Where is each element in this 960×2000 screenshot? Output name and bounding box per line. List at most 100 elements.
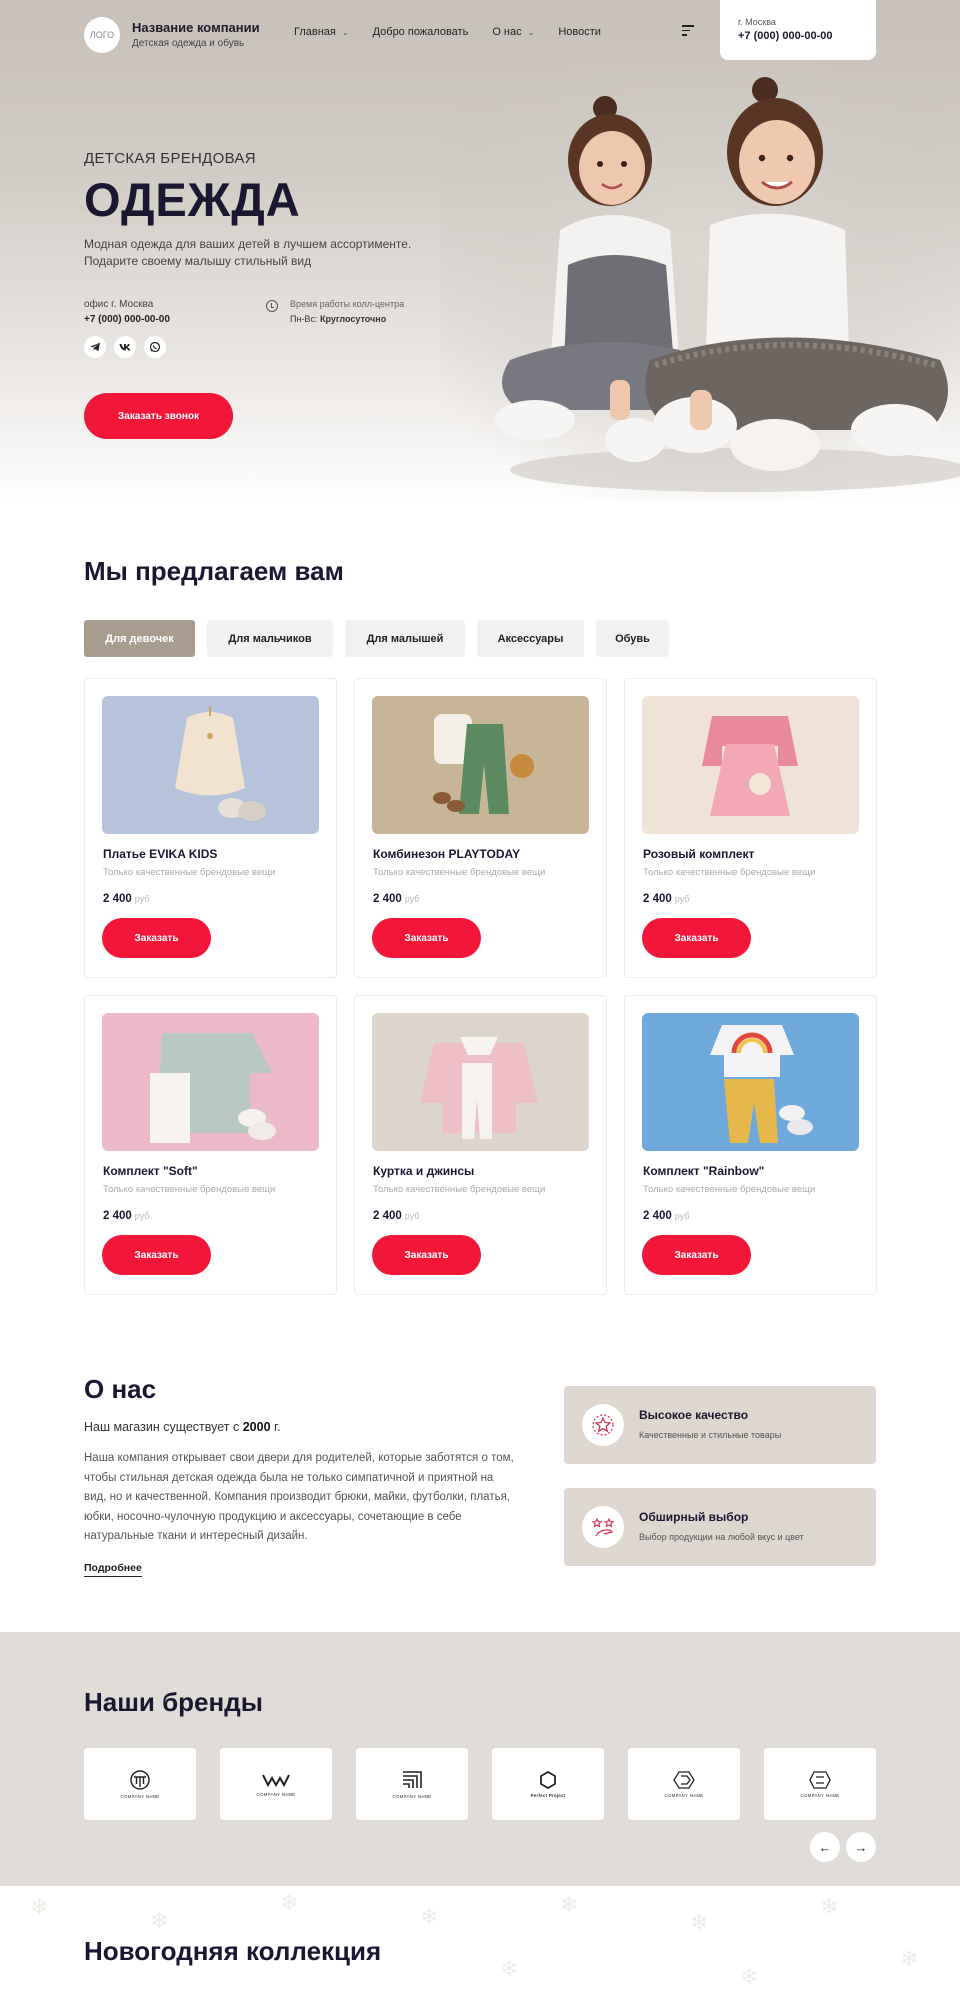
whatsapp-icon[interactable] <box>144 336 166 358</box>
header-phone[interactable]: +7 (000) 000-00-00 <box>738 30 876 42</box>
price-value: 2 400 <box>643 1210 672 1222</box>
about-text: Наша компания открывает свои двери для р… <box>84 1452 514 1542</box>
order-call-button[interactable]: Заказать звонок <box>84 393 233 439</box>
clock-icon <box>266 300 278 312</box>
tab-babies[interactable]: Для малышей <box>345 620 465 657</box>
more-link[interactable]: Подробнее <box>84 1562 142 1577</box>
nav-item-label: Новости <box>558 26 601 38</box>
telegram-icon[interactable] <box>84 336 106 358</box>
product-card: Комбинезон PLAYTODAY Только качественные… <box>354 678 607 978</box>
price-currency: руб <box>674 1211 690 1221</box>
product-image[interactable] <box>372 1013 589 1151</box>
snowflake-icon: ❄ <box>740 1964 759 1989</box>
brand-logo[interactable]: COMPANY NAME <box>220 1748 332 1820</box>
brand-mark-icon <box>809 1771 831 1789</box>
price-value: 2 400 <box>103 893 132 905</box>
chevron-down-icon: ⌄ <box>341 27 349 37</box>
hero-photo <box>440 60 960 500</box>
order-button[interactable]: Заказать <box>642 1235 751 1275</box>
product-image[interactable] <box>102 696 319 834</box>
product-price: 2 400 руб <box>373 893 419 905</box>
product-desc: Только качественные брендовые вещи <box>103 1184 276 1195</box>
snowflake-icon: ❄ <box>30 1894 49 1919</box>
chevron-down-icon: ⌄ <box>527 27 535 37</box>
office-phone[interactable]: +7 (000) 000-00-00 <box>84 314 170 325</box>
product-name[interactable]: Платье EVIKA KIDS <box>103 847 217 861</box>
price-currency: руб <box>134 1211 150 1221</box>
product-name[interactable]: Комбинезон PLAYTODAY <box>373 847 520 861</box>
product-image[interactable] <box>372 696 589 834</box>
header-city: г. Москва <box>738 17 776 27</box>
tab-girls[interactable]: Для девочек <box>84 620 195 657</box>
prev-arrow-icon[interactable]: ← <box>810 1832 840 1862</box>
nav-item-welcome[interactable]: Добро пожаловать <box>373 26 469 38</box>
brand-logo[interactable]: COMPANY NAME <box>84 1748 196 1820</box>
order-button[interactable]: Заказать <box>642 918 751 958</box>
product-desc: Только качественные брендовые вещи <box>643 867 816 878</box>
about-title: О нас <box>84 1374 157 1404</box>
tab-shoes[interactable]: Обувь <box>596 620 669 657</box>
product-desc: Только качественные брендовые вещи <box>373 1184 546 1195</box>
nav-item-news[interactable]: Новости <box>558 26 601 38</box>
product-image[interactable] <box>642 696 859 834</box>
price-currency: руб <box>404 894 420 904</box>
order-button[interactable]: Заказать <box>372 918 481 958</box>
product-price: 2 400 руб <box>103 1210 149 1222</box>
years-prefix: Наш магазин существует с <box>84 1420 240 1434</box>
feature-title: Высокое качество <box>639 1408 749 1422</box>
nav-item-about[interactable]: О нас ⌄ <box>492 26 534 38</box>
hero-kicker: ДЕТСКАЯ БРЕНДОВАЯ <box>84 150 256 167</box>
product-image[interactable] <box>102 1013 319 1151</box>
nav-item-label: Главная <box>294 26 336 38</box>
main-nav: Главная ⌄ Добро пожаловать О нас ⌄ Новос… <box>294 26 625 38</box>
product-price: 2 400 руб <box>643 893 689 905</box>
nav-item-home[interactable]: Главная ⌄ <box>294 26 349 38</box>
social-links <box>84 336 166 358</box>
brand-logo[interactable]: COMPANY NAME <box>628 1748 740 1820</box>
product-card: Комплект "Rainbow" Только качественные б… <box>624 995 877 1295</box>
vk-icon[interactable] <box>114 336 136 358</box>
page: ЛОГО Название компании Детская одежда и … <box>0 0 960 2000</box>
nav-item-label: Добро пожаловать <box>372 26 469 38</box>
product-name[interactable]: Розовый комплект <box>643 847 754 861</box>
category-tabs: Для девочек Для мальчиков Для малышей Ак… <box>84 620 669 657</box>
hours-text: Круглосуточно <box>319 314 387 324</box>
snowflake-icon: ❄ <box>420 1904 439 1929</box>
order-button[interactable]: Заказать <box>102 918 211 958</box>
brands-section: Наши бренды COMPANY NAME COMPANY NAME CO… <box>0 1632 960 1886</box>
price-value: 2 400 <box>103 1210 132 1222</box>
product-desc: Только качественные брендовые вещи <box>373 867 546 878</box>
product-name[interactable]: Куртка и джинсы <box>373 1164 474 1178</box>
brands-title: Наши бренды <box>84 1687 263 1717</box>
brand-logo[interactable]: COMPANY NAME <box>356 1748 468 1820</box>
tab-accessories[interactable]: Аксессуары <box>477 620 584 657</box>
feature-quality: Высокое качество Качественные и стильные… <box>564 1386 876 1464</box>
next-arrow-icon[interactable]: → <box>846 1832 876 1862</box>
product-price: 2 400 руб <box>643 1210 689 1222</box>
order-button[interactable]: Заказать <box>102 1235 211 1275</box>
product-name[interactable]: Комплект "Soft" <box>103 1164 198 1178</box>
contact-box: г. Москва +7 (000) 000-00-00 <box>720 0 876 60</box>
tab-boys[interactable]: Для мальчиков <box>207 620 333 657</box>
product-desc: Только качественные брендовые вещи <box>643 1184 816 1195</box>
product-name[interactable]: Комплект "Rainbow" <box>643 1164 764 1178</box>
price-value: 2 400 <box>373 1210 402 1222</box>
brand-logo[interactable]: COMPANY NAME <box>764 1748 876 1820</box>
brand-logo[interactable]: Perfect Project <box>492 1748 604 1820</box>
brand-mark-icon <box>673 1771 695 1789</box>
snowflake-icon: ❄ <box>150 1908 169 1933</box>
brand-mark-icon <box>403 1771 422 1788</box>
years-value: 2000 <box>242 1420 271 1434</box>
hero-section: ЛОГО Название компании Детская одежда и … <box>0 0 960 505</box>
years-suffix: г. <box>274 1420 281 1434</box>
snowflake-icon: ❄ <box>280 1890 299 1915</box>
logo[interactable]: ЛОГО <box>84 17 120 53</box>
brand-name: COMPANY NAME <box>800 1793 840 1798</box>
order-button[interactable]: Заказать <box>372 1235 481 1275</box>
menu-icon[interactable] <box>682 25 694 37</box>
stars-hand-icon <box>582 1506 624 1548</box>
hours-days: Пн-Вс: <box>290 314 318 324</box>
company-name: Название компании <box>132 20 260 35</box>
price-currency: руб <box>674 894 690 904</box>
product-image[interactable] <box>642 1013 859 1151</box>
